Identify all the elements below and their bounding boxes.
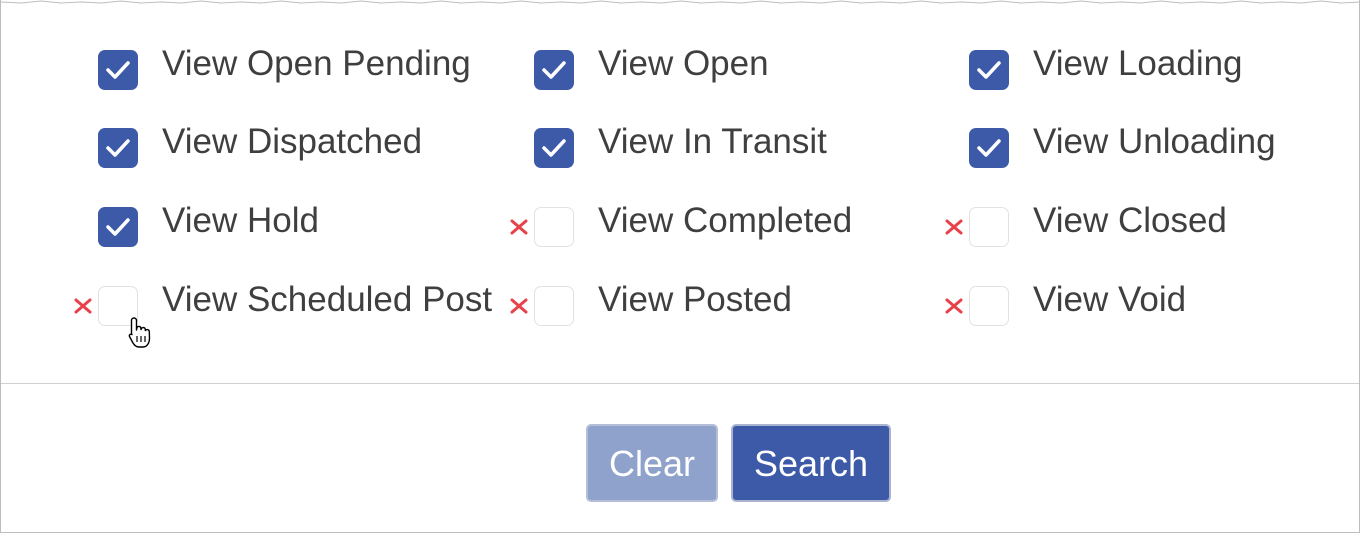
checkmark-icon bbox=[977, 61, 1001, 79]
option-label[interactable]: View Completed bbox=[598, 197, 852, 245]
option-label[interactable]: View Dispatched bbox=[162, 118, 422, 166]
checkmark-icon bbox=[977, 139, 1001, 157]
checkmark-icon bbox=[542, 61, 566, 79]
checkbox-unchecked[interactable] bbox=[969, 207, 1009, 247]
option-label[interactable]: View Scheduled Post bbox=[162, 276, 492, 324]
x-mark-icon bbox=[510, 298, 528, 314]
option-label[interactable]: View Posted bbox=[598, 276, 792, 324]
checkbox-checked[interactable] bbox=[969, 50, 1009, 90]
option-label[interactable]: View Closed bbox=[1033, 197, 1227, 245]
option-label[interactable]: View Hold bbox=[162, 197, 319, 245]
x-mark-icon bbox=[74, 298, 92, 314]
checkmark-icon bbox=[106, 61, 130, 79]
search-button[interactable]: Search bbox=[731, 424, 891, 502]
checkbox-checked[interactable] bbox=[534, 50, 574, 90]
clear-button[interactable]: Clear bbox=[586, 424, 718, 502]
checkbox-checked[interactable] bbox=[98, 128, 138, 168]
status-options-grid: View Open Pending View Open View Loading… bbox=[1, 0, 1359, 384]
checkbox-checked[interactable] bbox=[534, 128, 574, 168]
option-label[interactable]: View In Transit bbox=[598, 118, 827, 166]
checkbox-checked[interactable] bbox=[98, 207, 138, 247]
option-label[interactable]: View Void bbox=[1033, 276, 1186, 324]
checkmark-icon bbox=[542, 139, 566, 157]
checkmark-icon bbox=[106, 218, 130, 236]
option-label[interactable]: View Unloading bbox=[1033, 118, 1276, 166]
filter-panel: View Open Pending View Open View Loading… bbox=[0, 0, 1360, 533]
checkmark-icon bbox=[106, 139, 130, 157]
checkbox-checked[interactable] bbox=[969, 128, 1009, 168]
checkbox-unchecked[interactable] bbox=[969, 286, 1009, 326]
checkbox-checked[interactable] bbox=[98, 50, 138, 90]
x-mark-icon bbox=[510, 219, 528, 235]
checkbox-unchecked[interactable] bbox=[534, 207, 574, 247]
x-mark-icon bbox=[945, 219, 963, 235]
x-mark-icon bbox=[945, 298, 963, 314]
checkbox-unchecked[interactable] bbox=[534, 286, 574, 326]
option-label[interactable]: View Open Pending bbox=[162, 40, 471, 88]
option-label[interactable]: View Loading bbox=[1033, 40, 1243, 88]
footer-actions: Clear Search bbox=[1, 384, 1359, 532]
hand-pointer-cursor-icon bbox=[128, 317, 151, 348]
option-label[interactable]: View Open bbox=[598, 40, 769, 88]
